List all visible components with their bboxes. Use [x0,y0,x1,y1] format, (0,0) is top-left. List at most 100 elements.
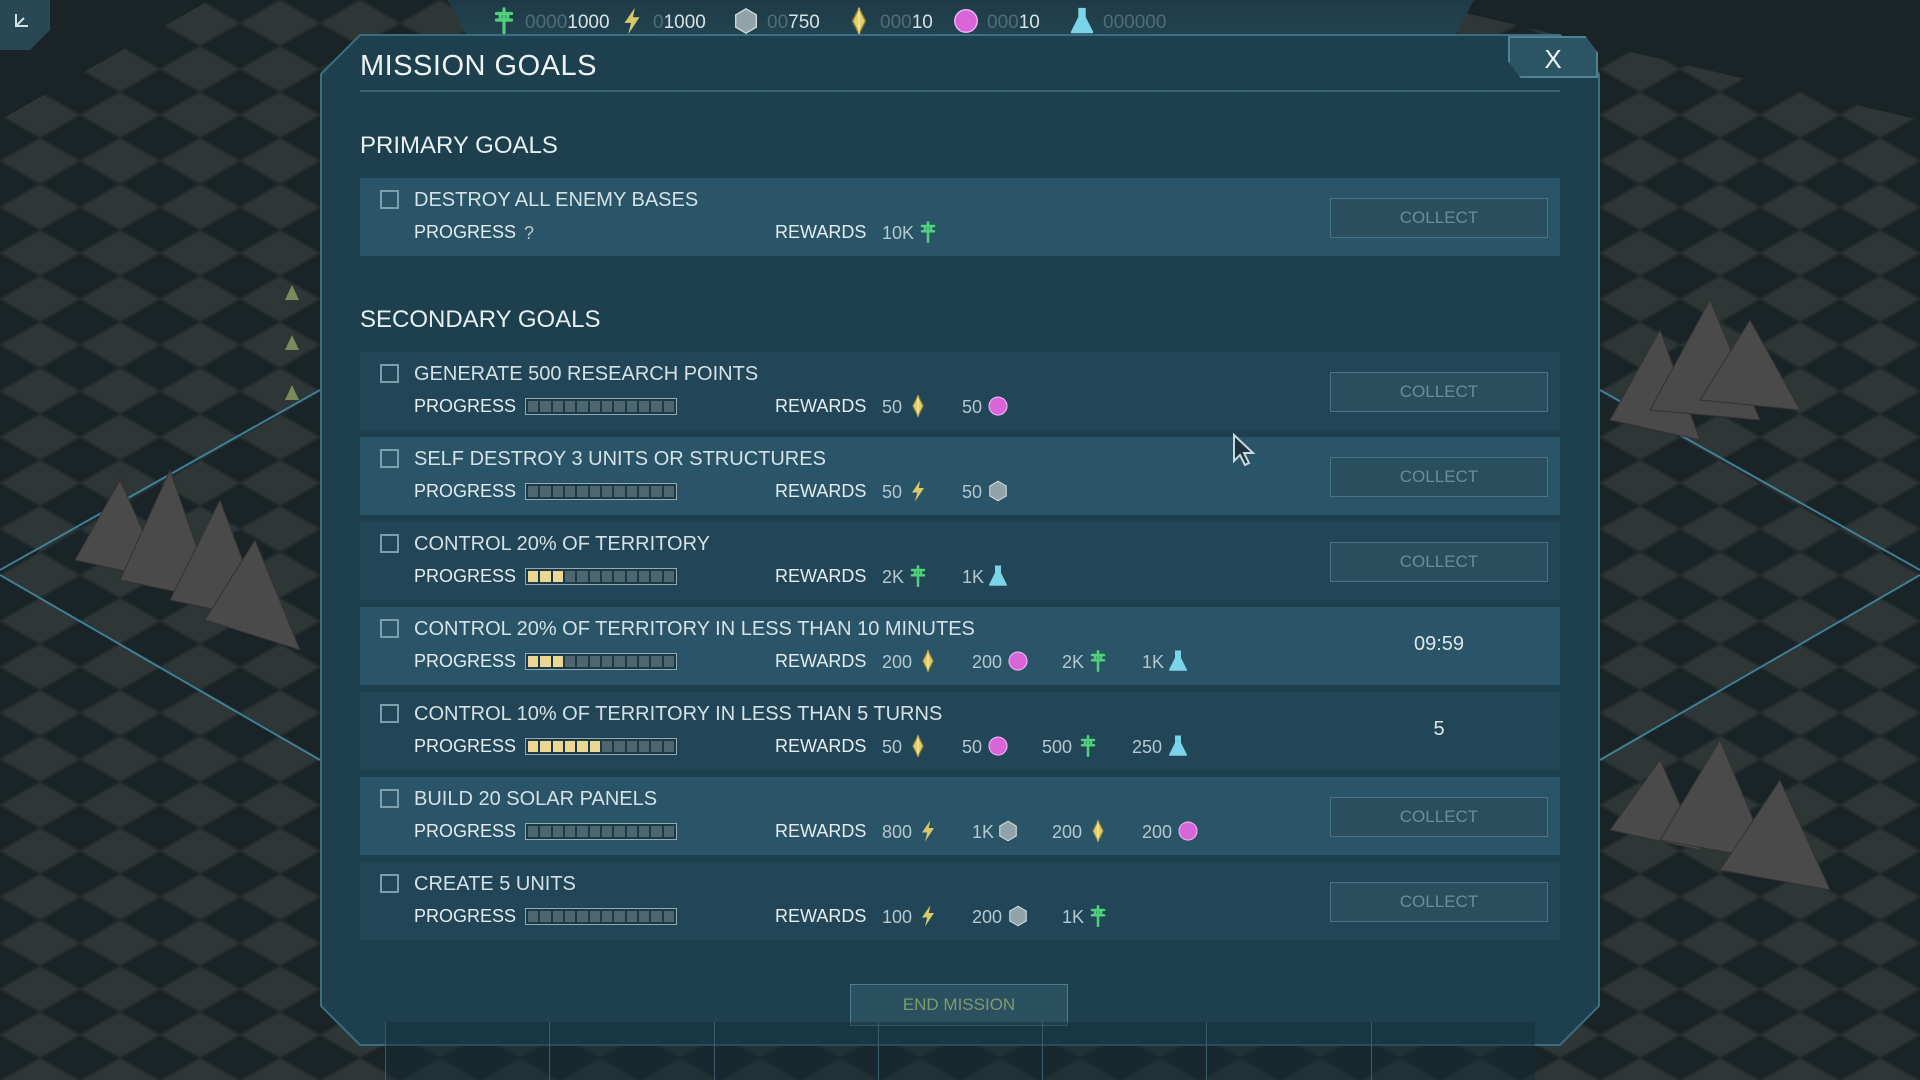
collapse-icon [15,14,28,27]
progress-segment [614,911,625,922]
goal-checkbox[interactable] [380,449,399,468]
goal-row: CONTROL 20% OF TERRITORY PROGRESS REWARD… [360,522,1560,600]
progress-segment [528,656,539,667]
resource-value: 00750 [767,12,820,34]
progress-segment [540,656,551,667]
research-icon [1070,7,1094,34]
collect-button[interactable]: COLLECT [1330,542,1548,582]
goal-title: GENERATE 500 RESEARCH POINTS [414,363,759,385]
close-button[interactable]: X [1508,36,1598,78]
progress-segment [626,656,637,667]
progress-segment [589,911,600,922]
progress-segment [528,486,539,497]
progress-segment [614,401,625,412]
metal-icon [989,480,1007,502]
progress-segment [651,826,662,837]
goal-title: CONTROL 10% OF TERRITORY IN LESS THAN 5 … [414,703,943,725]
credits-icon [1080,734,1096,758]
reward-amount: 250 [1132,737,1163,757]
progress-segment [601,656,613,667]
resource-icon-wrap [489,6,521,38]
progress-segment [614,571,625,582]
credits-icon [1090,649,1106,673]
reward-amount: 50 [962,737,983,757]
resource-icon-wrap [617,6,649,38]
progress-segment [577,571,588,582]
collect-button[interactable]: COLLECT [1330,457,1548,497]
resource-padding: 000000 [1103,12,1167,33]
goal-checkbox[interactable] [380,534,399,553]
goal-title: DESTROY ALL ENEMY BASES [414,189,699,211]
progress-segment [528,741,539,752]
progress-segment [626,486,637,497]
progress-segment [552,911,563,922]
progress-segment [626,911,637,922]
hud-slot [1370,1022,1535,1080]
resource-padding: 0 [653,12,664,33]
reward-amount: 200 [1142,822,1173,842]
goal-timer: 09:59 [1413,633,1465,655]
goal-row: GENERATE 500 RESEARCH POINTS PROGRESS RE… [360,352,1560,430]
goal-checkbox[interactable] [380,364,399,383]
reward-amount: 2K [882,567,905,587]
energy-icon [624,7,640,35]
resource-value: 000000 [1103,12,1166,34]
progress-segment [552,571,563,582]
progress-segment [564,656,576,667]
progress-label: PROGRESS [414,736,517,756]
primary-goals-heading: PRIMARY GOALS [360,132,558,159]
end-mission-button[interactable]: END MISSION [850,984,1068,1026]
goal-checkbox[interactable] [380,704,399,723]
reward-amount: 50 [962,397,983,417]
progress-segment [577,656,588,667]
goal-checkbox[interactable] [380,190,399,209]
reward-amount: 50 [882,482,903,502]
progress-label: PROGRESS [414,821,517,841]
progress-segment [626,741,637,752]
goal-title: BUILD 20 SOLAR PANELS [414,788,658,810]
collect-button[interactable]: COLLECT [1330,797,1548,837]
goal-checkbox[interactable] [380,619,399,638]
goal-checkbox[interactable] [380,789,399,808]
reward-amount: 200 [972,652,1003,672]
rewards-label: REWARDS [775,651,867,671]
collect-button[interactable]: COLLECT [1330,198,1548,238]
progress-segment [663,911,674,922]
progress-segment [651,741,662,752]
goal-title: CONTROL 20% OF TERRITORY [414,533,710,555]
progress-segment [651,486,662,497]
reward-amount: 50 [882,397,903,417]
progress-unknown: ? [524,223,535,243]
progress-segment [589,656,600,667]
secondary-goals-heading: SECONDARY GOALS [360,306,601,333]
progress-segment [528,401,539,412]
rewards-label: REWARDS [775,396,867,416]
progress-segment [552,486,563,497]
collect-button[interactable]: COLLECT [1330,372,1548,412]
hud-slot [1042,1022,1207,1080]
resource-value: 00010 [987,12,1040,34]
progress-bar [525,398,677,415]
crystal-icon [912,394,924,418]
title-divider [360,90,1560,92]
progress-segment [540,486,551,497]
progress-label: PROGRESS [414,481,517,501]
progress-bar [525,568,677,585]
progress-segment [626,401,637,412]
goal-title: CONTROL 20% OF TERRITORY IN LESS THAN 10… [414,618,975,640]
progress-segment [651,571,662,582]
metal-icon [1009,905,1027,927]
progress-segment [663,486,674,497]
progress-segment [601,911,613,922]
goal-checkbox[interactable] [380,874,399,893]
reward-amount: 200 [1052,822,1083,842]
mouse-cursor-icon [1233,433,1256,467]
progress-segment [638,401,650,412]
progress-segment [663,401,674,412]
progress-segment [663,826,674,837]
collect-button[interactable]: COLLECT [1330,882,1548,922]
goal-row: BUILD 20 SOLAR PANELS PROGRESS REWARDS 8… [360,777,1560,855]
bottom-hud [385,1022,1535,1080]
resource-amount: 750 [788,12,820,33]
rewards-label: REWARDS [775,566,867,586]
